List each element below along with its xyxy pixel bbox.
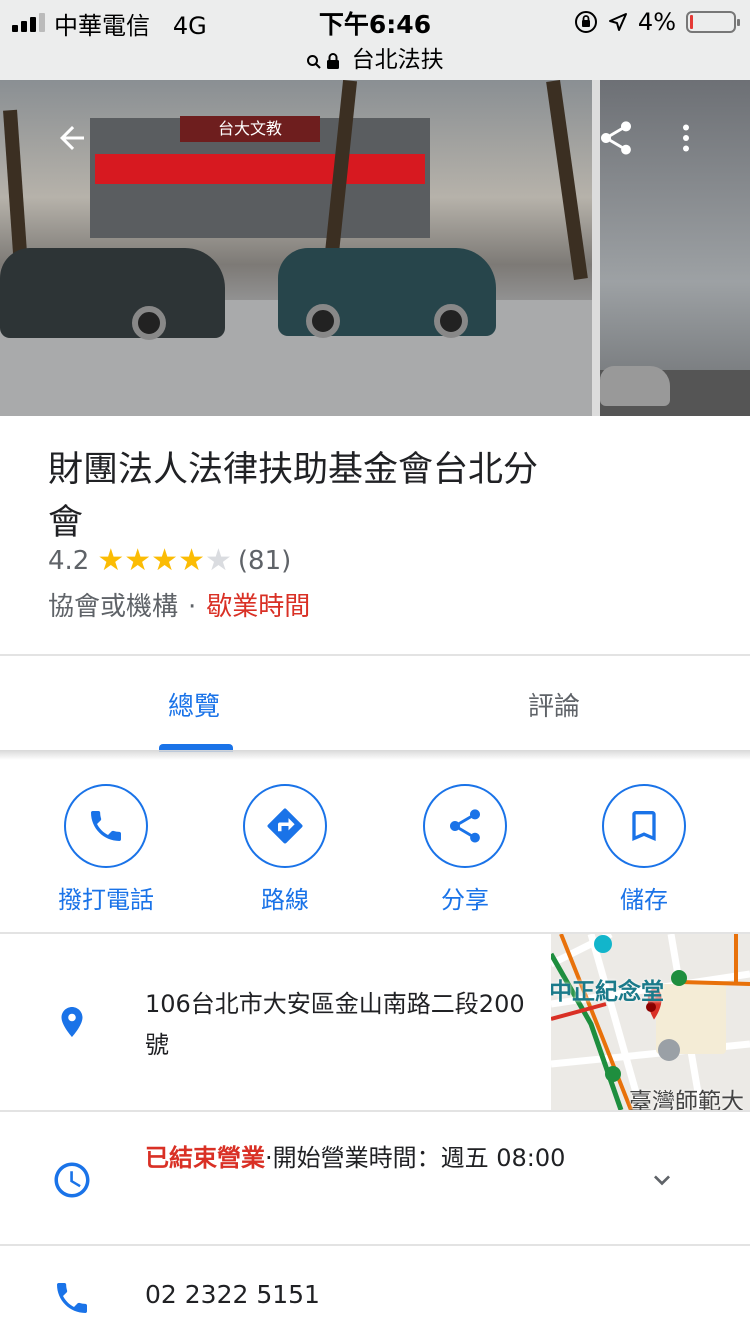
- lock-icon: [327, 53, 340, 69]
- rating-row[interactable]: 4.2 ★ ★ ★ ★ ★ (81): [48, 546, 292, 577]
- hours-row[interactable]: 已結束營業·開始營業時間：週五 08:00: [145, 1138, 615, 1179]
- photo-storefront-sign: 台大文教: [180, 116, 320, 142]
- arrow-back-icon: [60, 126, 84, 150]
- phone-icon: [48, 1274, 96, 1322]
- orientation-lock-icon: [574, 11, 597, 33]
- search-icon: [307, 55, 322, 69]
- tab-reviews[interactable]: 評論: [454, 686, 654, 723]
- call-button-label: 撥打電話: [58, 886, 154, 914]
- share-icon: [450, 809, 480, 843]
- location-pin-icon: [48, 998, 96, 1046]
- battery-icon: [686, 11, 740, 33]
- map-label-university: 臺灣師範大: [629, 1089, 744, 1110]
- rating-value: 4.2: [48, 546, 90, 576]
- map-label-landmark: 中正紀念堂: [551, 979, 664, 1005]
- chevron-down-icon: [654, 1175, 670, 1186]
- star-filled-icon: ★: [97, 543, 125, 578]
- save-button-label: 儲存: [620, 886, 668, 914]
- directions-button-label: 路線: [261, 886, 309, 914]
- category-label: 協會或機構: [48, 592, 179, 622]
- call-button[interactable]: 撥打電話: [16, 784, 196, 915]
- bookmark-icon: [632, 811, 656, 841]
- address-bar[interactable]: 台北法扶: [0, 40, 750, 74]
- map-thumbnail[interactable]: 中正紀念堂 臺灣師範大: [551, 934, 750, 1110]
- star-filled-icon: ★: [124, 543, 152, 578]
- category-row: 協會或機構 · 歇業時間: [48, 586, 310, 623]
- hours-next-open: 開始營業時間：週五 08:00: [272, 1144, 566, 1172]
- phone-number[interactable]: 02 2322 5151: [145, 1280, 320, 1309]
- back-button[interactable]: [44, 110, 100, 166]
- divider: [0, 1244, 750, 1246]
- more-vert-icon: [683, 124, 689, 152]
- status-bar: 中華電信 4G 下午6:46 台北法扶 4%: [0, 0, 750, 80]
- address-bar-text: 台北法扶: [351, 47, 444, 73]
- separator-dot: ·: [265, 1144, 273, 1172]
- divider: [0, 654, 750, 656]
- more-options-button[interactable]: [658, 110, 714, 166]
- save-button[interactable]: 儲存: [554, 784, 734, 915]
- photo-gallery[interactable]: 台大文教: [0, 80, 750, 416]
- directions-button[interactable]: 路線: [195, 784, 375, 915]
- tab-overview[interactable]: 總覽: [94, 686, 294, 723]
- status-right: 4%: [574, 8, 740, 36]
- battery-percent: 4%: [637, 8, 676, 36]
- expand-hours-button[interactable]: [646, 1164, 678, 1200]
- rating-stars: ★ ★ ★ ★ ★: [97, 546, 232, 576]
- address-text[interactable]: 106台北市大安區金山南路二段200號: [145, 984, 525, 1066]
- clock-icon: [48, 1156, 96, 1204]
- review-count: (81): [237, 546, 292, 576]
- share-button[interactable]: 分享: [375, 784, 555, 915]
- divider: [0, 1110, 750, 1112]
- location-arrow-icon: [608, 13, 627, 31]
- share-icon: [601, 121, 631, 155]
- star-empty-icon: ★: [204, 543, 232, 578]
- hours-status-link[interactable]: 歇業時間: [206, 592, 310, 622]
- place-title: 財團法人法律扶助基金會台北分會: [48, 450, 539, 543]
- separator-dot: ·: [188, 592, 197, 622]
- phone-icon: [91, 811, 121, 841]
- directions-icon: [267, 808, 303, 844]
- share-photo-button[interactable]: [588, 110, 644, 166]
- star-filled-icon: ★: [178, 543, 205, 578]
- hours-closed-status: 已結束營業: [145, 1144, 265, 1172]
- share-button-label: 分享: [441, 886, 489, 914]
- star-filled-icon: ★: [151, 543, 179, 578]
